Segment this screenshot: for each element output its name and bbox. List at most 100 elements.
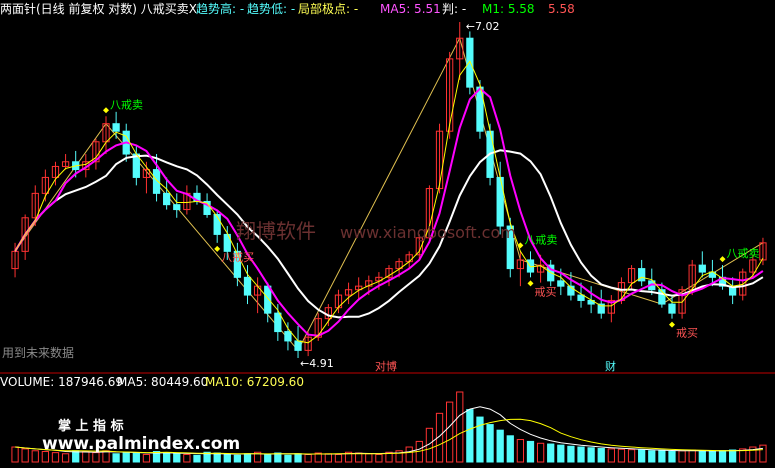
buy-signal-label: 戒买 — [534, 285, 556, 298]
volume-bar — [536, 442, 545, 463]
local-extreme-label: 局部极点: - — [298, 1, 358, 16]
volume-bar — [708, 451, 717, 463]
signal-diamond — [517, 242, 524, 249]
volume-bar — [294, 453, 302, 463]
volume-bar — [617, 448, 626, 463]
volume-bar — [243, 453, 252, 463]
ma-short-line — [14, 87, 764, 337]
zigzag-line — [14, 36, 764, 352]
volume-bar — [547, 443, 555, 463]
candle — [264, 285, 272, 314]
volume-bar — [193, 454, 201, 463]
sell-signal-label: 八戒卖 — [110, 98, 143, 111]
volume-bar — [759, 444, 767, 463]
volume-bar — [163, 452, 171, 463]
m1-label: M1: 5.58 — [482, 2, 535, 16]
volume-bar — [142, 454, 151, 463]
volume-bar — [648, 450, 656, 463]
volume-bar — [597, 448, 605, 463]
candle — [557, 280, 565, 287]
candle — [466, 37, 474, 88]
watermark-cn: 翔博软件 — [236, 219, 316, 243]
volume-bar — [92, 452, 100, 463]
volume-label: VOLUME: 187946.69 — [0, 375, 123, 389]
volume-bar — [233, 454, 242, 463]
volume-bar — [132, 452, 140, 463]
volume-bar — [638, 449, 646, 463]
volume-bar — [718, 450, 727, 463]
volume-bar — [607, 448, 615, 463]
volume-bar — [11, 446, 19, 463]
candle — [274, 312, 282, 333]
volume-bar — [577, 446, 585, 463]
price-header: 两面针(日线 前复权 对数) 八戒买卖X 趋势高: - 趋势低: - 局部极点:… — [0, 1, 575, 16]
bottom-watermark-cn: 掌 上 指 标 — [58, 418, 124, 434]
volume-header: VOLUME: 187946.69 MA5: 80449.60 MA10: 67… — [0, 375, 304, 389]
volume-bar — [446, 401, 454, 463]
volume-bar — [61, 453, 70, 463]
candle — [163, 192, 171, 206]
volume-bar — [456, 391, 464, 463]
candle — [668, 303, 676, 314]
high-price-label: ←7.02 — [466, 20, 500, 33]
buy-signal-label: 戒买 — [676, 327, 698, 340]
future-data-note: 用到未来数据 — [2, 345, 74, 360]
candle — [698, 264, 706, 273]
signal-diamond — [527, 280, 534, 287]
volume-bar — [21, 448, 29, 463]
volume-bar — [627, 449, 636, 463]
volume-bar — [405, 446, 413, 463]
low-price-label: ←4.91 — [300, 357, 334, 370]
volume-bar — [183, 454, 191, 463]
volume-bar — [264, 454, 272, 463]
volume-bar — [567, 445, 575, 463]
volume-bar — [486, 424, 494, 463]
badge-label-2: 财 — [605, 359, 616, 373]
volume-ma5-label: MA5: 80449.60 — [117, 375, 208, 389]
volume-bar — [324, 453, 332, 463]
volume-bar — [728, 449, 737, 463]
judge-label: 判: - — [442, 2, 466, 16]
price-panel: 八戒卖八戒买八戒卖戒买戒买八戒卖←7.02←4.91 — [11, 20, 767, 370]
volume-bar — [668, 451, 676, 463]
volume-bar — [587, 447, 595, 463]
volume-ma10-label: MA10: 67209.60 — [205, 375, 304, 389]
candle — [496, 176, 504, 227]
sell-signal-label: 八戒卖 — [727, 247, 760, 260]
volume-bar — [496, 429, 504, 463]
volume-bar — [365, 453, 373, 463]
candle — [284, 331, 292, 342]
badge-label-1: 对博 — [375, 359, 397, 373]
volume-bar — [112, 453, 120, 463]
volume-bar — [526, 440, 535, 463]
buy-signal-label: 八戒买 — [221, 251, 254, 264]
signal-diamond — [214, 245, 221, 252]
sell-signal-label: 八戒卖 — [524, 233, 557, 246]
trend-high-label: 趋势高: - — [196, 1, 244, 16]
candle — [112, 123, 120, 132]
volume-bar — [51, 452, 60, 463]
chart: 八戒卖 八戒买 八戒卖 戒买 戒买 八戒卖 ←7.02 ←4.91 翔博软件 www.xian… — [0, 0, 775, 464]
volume-bar — [506, 435, 514, 463]
m2-value: 5.58 — [548, 2, 575, 16]
chart-canvas: 八戒卖八戒买八戒卖戒买戒买八戒卖←7.02←4.91 翔博软件 www.xian… — [0, 1, 775, 463]
ma5-header-label: MA5: 5.51 — [380, 2, 441, 16]
volume-bar — [304, 454, 312, 463]
volume-bar — [31, 450, 39, 463]
candle — [243, 276, 252, 296]
volume-bar — [476, 416, 484, 463]
volume-bar — [516, 439, 525, 463]
watermark-url: www.xiangbosoft.com — [340, 223, 516, 242]
candle — [294, 340, 302, 351]
signal-diamond — [719, 256, 726, 263]
volume-bar — [223, 454, 231, 463]
volume-bar — [375, 454, 383, 463]
candle — [577, 294, 585, 301]
indicator-title: 两面针(日线 前复权 对数) 八戒买卖X — [0, 1, 197, 16]
volume-bar — [688, 449, 696, 463]
volume-bar — [284, 454, 292, 463]
candle — [173, 204, 181, 211]
volume-bar — [213, 452, 221, 463]
signal-diamond — [668, 321, 675, 328]
volume-bar — [658, 450, 666, 463]
